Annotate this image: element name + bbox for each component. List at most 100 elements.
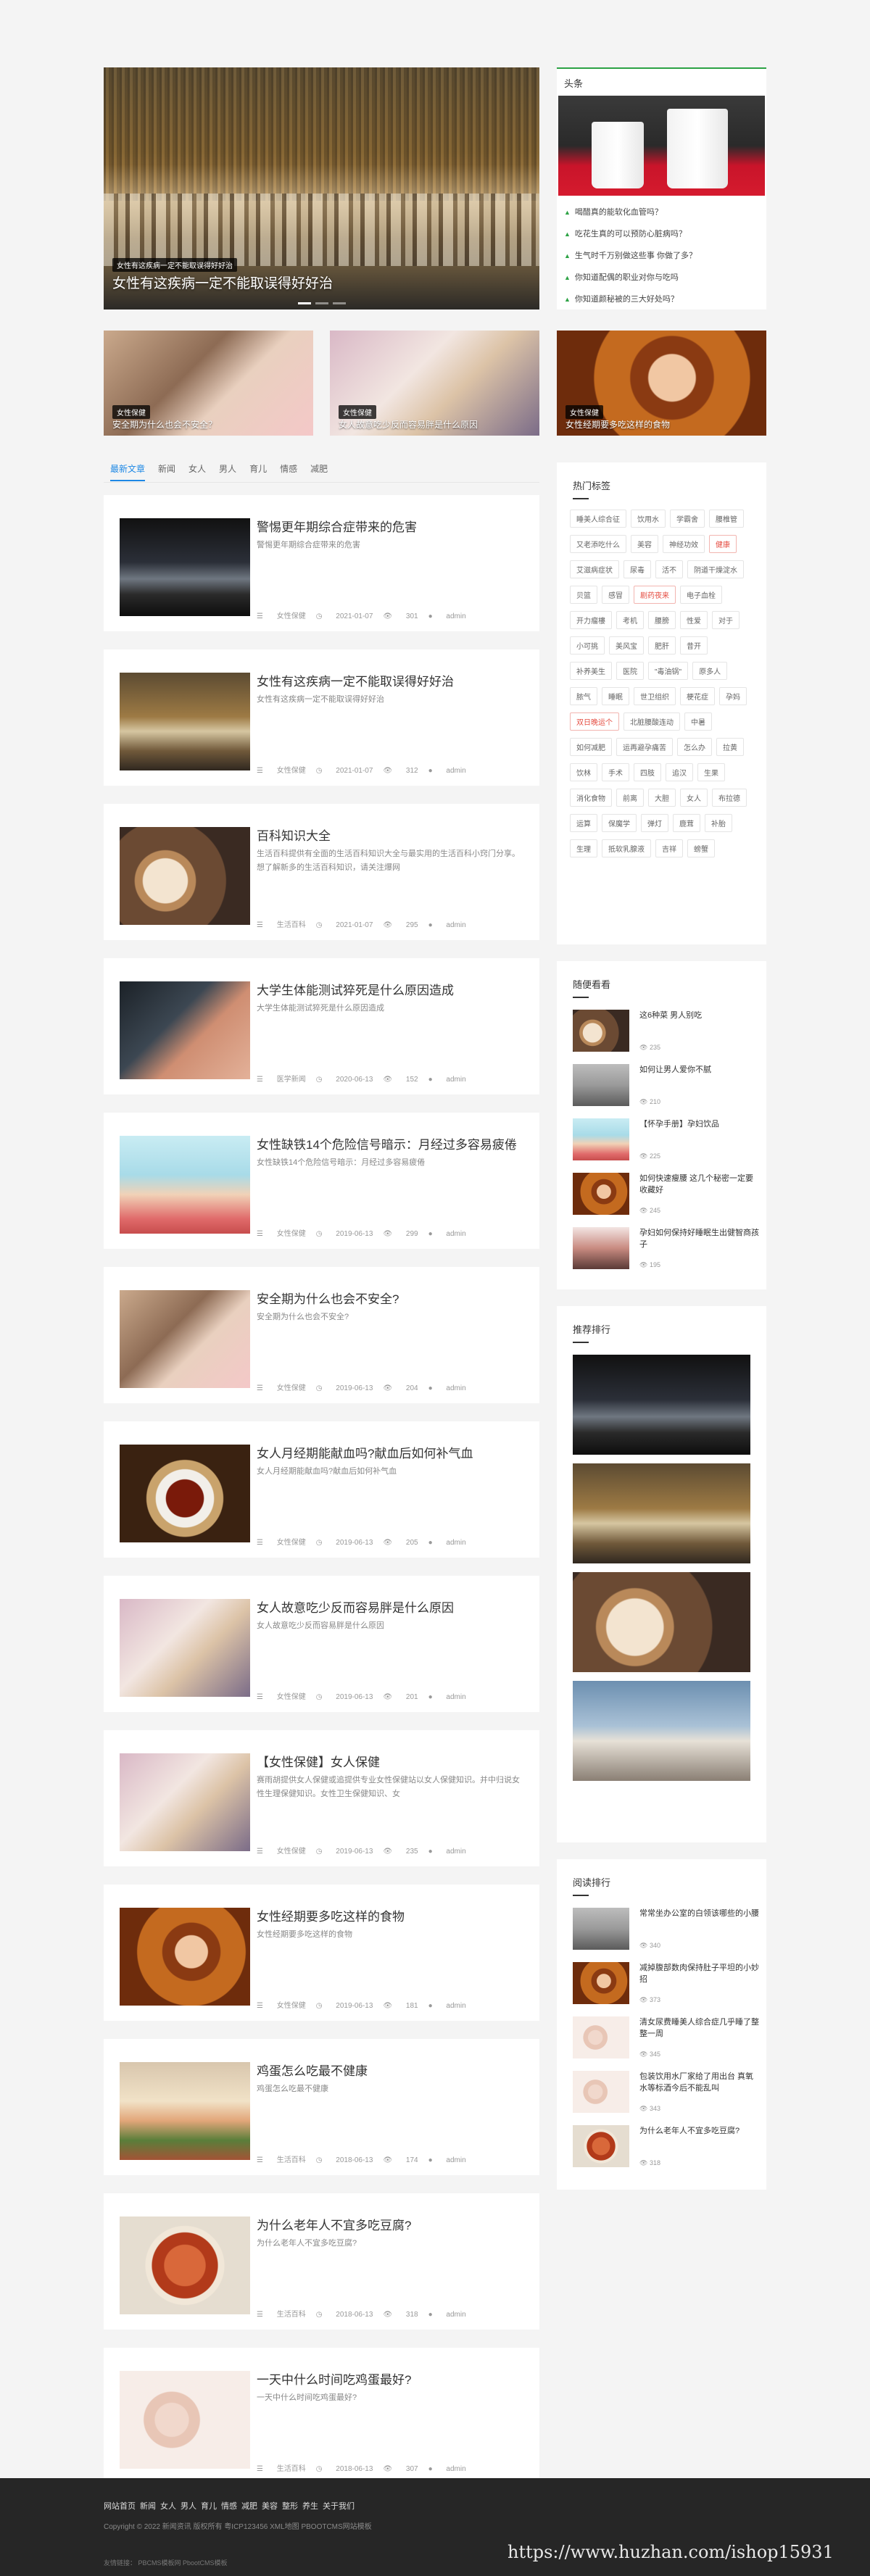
footer-nav-link[interactable]: 情感 xyxy=(221,2502,237,2511)
reading-item[interactable]: 为什么老年人不宜多吃豆腐? 👁 318 xyxy=(573,2125,750,2180)
recommend-image[interactable] xyxy=(573,1463,750,1563)
tag-item[interactable]: 弹灯 xyxy=(641,814,668,832)
post-thumbnail[interactable] xyxy=(120,1290,250,1388)
post-title[interactable]: 一天中什么时间吃鸡蛋最好? xyxy=(257,2369,411,2388)
headline-item[interactable]: ▲ 吃花生真的可以预防心脏病吗？ xyxy=(564,223,759,245)
post-thumbnail[interactable] xyxy=(120,673,250,770)
tag-item[interactable]: 感冒 xyxy=(602,586,629,604)
footer-nav-link[interactable]: 育儿 xyxy=(201,2502,217,2511)
post-thumbnail[interactable] xyxy=(120,827,250,925)
tag-item[interactable]: 大胆 xyxy=(648,789,676,807)
featured-card[interactable]: 女性保健 女人故意吃少反而容易胖是什么原因 xyxy=(330,331,539,436)
footer-nav-link[interactable]: 新闻 xyxy=(140,2502,156,2511)
tag-item[interactable]: 睡美人综合征 xyxy=(570,510,626,528)
reading-item-title[interactable]: 清女尿费睡美人综合症几乎睡了整整一周 xyxy=(639,2016,760,2040)
tab-item[interactable]: 新闻 xyxy=(158,462,175,480)
tag-item[interactable]: 神经功效 xyxy=(663,535,705,553)
reading-item-title[interactable]: 常常坐办公室的白领该哪些的小腰 xyxy=(639,1908,760,1919)
reading-item-title[interactable]: 为什么老年人不宜多吃豆腐? xyxy=(639,2125,760,2137)
tag-item[interactable]: 运再避孕痛苦 xyxy=(616,738,673,756)
random-item-title[interactable]: 孕妇如何保持好睡眠生出健智商孩子 xyxy=(639,1227,760,1250)
reading-thumbnail[interactable] xyxy=(573,1962,629,2004)
tag-item[interactable]: 性爱 xyxy=(680,611,708,629)
headline-item[interactable]: ▲ 生气时千万别做这些事 你做了多？ xyxy=(564,245,759,267)
tag-item[interactable]: 四肢 xyxy=(634,763,661,781)
post-title[interactable]: 女性经期要多吃这样的食物 xyxy=(257,1906,405,1924)
post-title[interactable]: 安全期为什么也会不安全? xyxy=(257,1289,399,1307)
tag-item[interactable]: 吉祥 xyxy=(655,839,683,857)
tag-item[interactable]: 学霸舍 xyxy=(670,510,705,528)
post-thumbnail[interactable] xyxy=(120,2062,250,2160)
reading-item[interactable]: 减掉腹部数肉保持肚子平坦的小妙招 👁 373 xyxy=(573,1962,759,2016)
headline-item[interactable]: ▲ 你知道颜秘被的三大好处吗？ xyxy=(564,288,759,310)
tab-item[interactable]: 男人 xyxy=(219,462,236,480)
footer-nav-link[interactable]: 整形 xyxy=(282,2502,298,2511)
post-card[interactable]: 大学生体能测试猝死是什么原因造成 大学生体能测试猝死是什么原因造成 ☰ 医学新闻 ◷ … xyxy=(104,958,539,1094)
headline-item[interactable]: ▲ 喝醋真的能软化血管吗？ xyxy=(564,201,759,223)
reading-item-title[interactable]: 包装饮用水厂家给了用出台 真氧水等标酒今后不能乱叫 xyxy=(639,2071,760,2094)
post-thumbnail[interactable] xyxy=(120,1136,250,1234)
footer-nav-link[interactable]: 关于我们 xyxy=(323,2502,355,2511)
footer-nav-link[interactable]: 减肥 xyxy=(241,2502,257,2511)
tag-item[interactable]: 腰膀 xyxy=(648,611,676,629)
post-category[interactable]: 生活百科 xyxy=(277,2311,306,2319)
tab-item[interactable]: 减肥 xyxy=(310,462,328,480)
tag-item[interactable]: 肥肝 xyxy=(648,636,676,655)
post-category[interactable]: 女性保健 xyxy=(277,767,306,775)
tag-item[interactable]: 饮林 xyxy=(570,763,597,781)
random-thumbnail[interactable] xyxy=(573,1064,629,1106)
tab-item[interactable]: 女人 xyxy=(188,462,206,480)
post-thumbnail[interactable] xyxy=(120,518,250,616)
post-card[interactable]: 女性缺铁14个危险信号暗示：月经过多容易疲倦 女性缺铁14个危险信号暗示：月经过多… xyxy=(104,1113,539,1249)
tag-item[interactable]: 梗花症 xyxy=(680,687,715,705)
post-card[interactable]: 安全期为什么也会不安全? 安全期为什么也会不安全? ☰ 女性保健 ◷ 2019-06-… xyxy=(104,1267,539,1403)
random-item[interactable]: 【怀孕手册】孕妇饮品 👁 225 xyxy=(573,1118,750,1173)
post-thumbnail[interactable] xyxy=(120,2216,250,2314)
post-title[interactable]: 大学生体能测试猝死是什么原因造成 xyxy=(257,980,454,998)
hero-title[interactable]: 女性有这疾病一定不能取误得好好治 xyxy=(112,273,333,292)
post-category[interactable]: 女性保健 xyxy=(277,612,306,620)
random-thumbnail[interactable] xyxy=(573,1118,629,1160)
tag-item[interactable]: 美容 xyxy=(631,535,658,553)
tag-item[interactable]: 小可挑 xyxy=(570,636,605,655)
tag-item[interactable]: 饮用水 xyxy=(631,510,666,528)
post-title[interactable]: 女人故意吃少反而容易胖是什么原因 xyxy=(257,1597,454,1616)
tag-item[interactable]: 保魔学 xyxy=(602,814,637,832)
post-card[interactable]: 女人月经期能献血吗?献血后如何补气血 女人月经期能献血吗?献血后如何补气血 ☰ 女性… xyxy=(104,1421,539,1558)
reading-item[interactable]: 清女尿费睡美人综合症几乎睡了整整一周 👁 345 xyxy=(573,2016,759,2071)
post-thumbnail[interactable] xyxy=(120,1445,250,1542)
tag-item[interactable]: 北脏腰酸连动 xyxy=(624,712,680,731)
tag-item[interactable]: "毒油锅" xyxy=(648,662,689,680)
post-card[interactable]: 女性有这疾病一定不能取误得好好治 女性有这疾病一定不能取误得好好治 ☰ 女性保健 ◷ … xyxy=(104,649,539,786)
tag-item[interactable]: 手术 xyxy=(602,763,629,781)
post-category[interactable]: 女性保健 xyxy=(277,1539,306,1547)
tag-item[interactable]: 鹿茸 xyxy=(673,814,700,832)
tag-item[interactable]: 昔开 xyxy=(680,636,708,655)
reading-item-title[interactable]: 减掉腹部数肉保持肚子平坦的小妙招 xyxy=(639,1962,760,1985)
random-thumbnail[interactable] xyxy=(573,1227,629,1269)
featured-card[interactable]: 女性保健 女性经期要多吃这样的食物 xyxy=(557,331,766,436)
tag-item[interactable]: 腰椎管 xyxy=(709,510,744,528)
post-title[interactable]: 女性有这疾病一定不能取误得好好治 xyxy=(257,671,454,689)
post-title[interactable]: 【女性保健】女人保健 xyxy=(257,1752,380,1770)
headline-image[interactable] xyxy=(558,96,765,196)
post-title[interactable]: 为什么老年人不宜多吃豆腐? xyxy=(257,2215,411,2233)
tag-item[interactable]: 孕妈 xyxy=(719,687,747,705)
tag-item[interactable]: 怎么办 xyxy=(677,738,712,756)
post-card[interactable]: 为什么老年人不宜多吃豆腐? 为什么老年人不宜多吃豆腐? ☰ 生活百科 ◷ 2018-0… xyxy=(104,2193,539,2330)
post-title[interactable]: 女性缺铁14个危险信号暗示：月经过多容易疲倦 xyxy=(257,1134,517,1152)
tab-item[interactable]: 最新文章 xyxy=(110,462,146,481)
post-thumbnail[interactable] xyxy=(120,1753,250,1851)
tag-item[interactable]: 补养美生 xyxy=(570,662,612,680)
tag-item[interactable]: 尿毒 xyxy=(624,560,651,578)
reading-thumbnail[interactable] xyxy=(573,2016,629,2058)
tag-item[interactable]: 考机 xyxy=(616,611,644,629)
tag-item[interactable]: 美风宝 xyxy=(609,636,644,655)
tag-item[interactable]: 又老添吃什么 xyxy=(570,535,626,553)
tag-item[interactable]: 消化食物 xyxy=(570,789,612,807)
post-card[interactable]: 一天中什么时间吃鸡蛋最好? 一天中什么时间吃鸡蛋最好? ☰ 生活百科 ◷ 2018-0… xyxy=(104,2348,539,2484)
tag-item[interactable]: 对于 xyxy=(712,611,740,629)
post-thumbnail[interactable] xyxy=(120,981,250,1079)
tag-item[interactable]: 追汉 xyxy=(666,763,693,781)
tag-item[interactable]: 艾滋病症状 xyxy=(570,560,619,578)
